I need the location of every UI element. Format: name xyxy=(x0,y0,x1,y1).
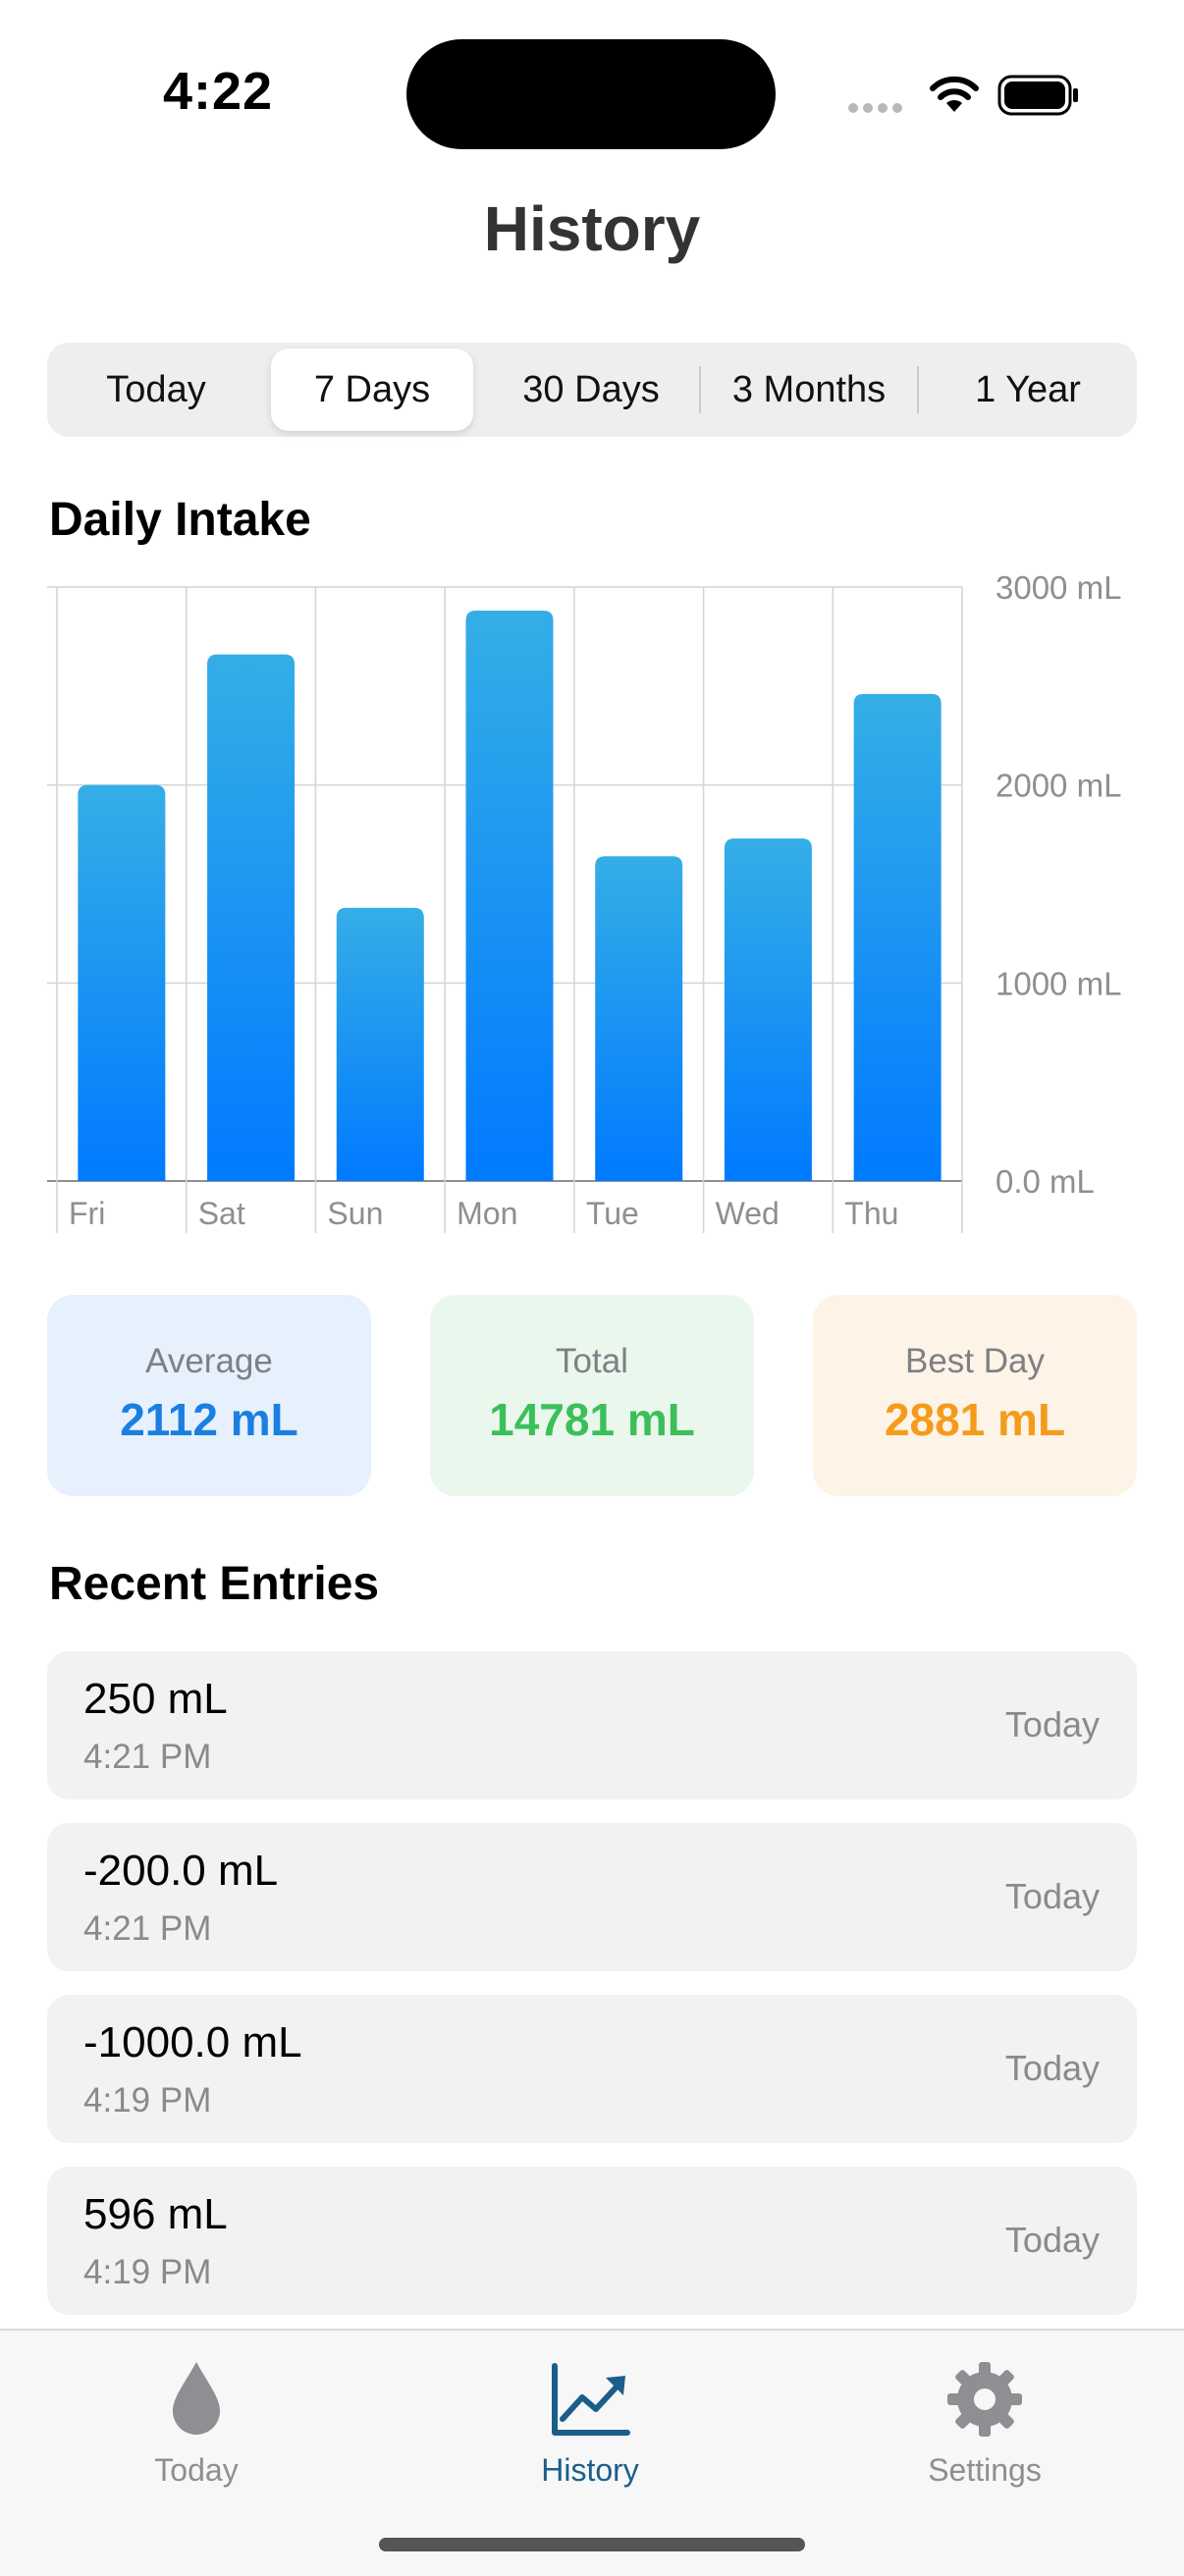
entry-time: 4:21 PM xyxy=(83,1738,212,1776)
tab-label: History xyxy=(541,2452,639,2488)
entry-day: Today xyxy=(1004,1704,1100,1744)
x-tick-label: Fri xyxy=(69,1196,105,1231)
entry-amount: -200.0 mL xyxy=(83,1847,279,1895)
status-time: 4:22 xyxy=(163,62,274,121)
average-card: Average 2112 mL xyxy=(47,1295,371,1496)
best-day-card: Best Day 2881 mL xyxy=(813,1295,1137,1496)
tab-label: Today xyxy=(154,2452,239,2488)
range-tab-1-year[interactable]: 1 Year xyxy=(919,343,1137,437)
bar-wed xyxy=(724,838,812,1181)
gear-icon xyxy=(936,2350,1034,2448)
dynamic-island xyxy=(406,39,776,149)
x-tick-label: Sun xyxy=(327,1196,383,1231)
total-card: Total 14781 mL xyxy=(430,1295,754,1496)
tab-label: Settings xyxy=(928,2452,1042,2488)
page-title: History xyxy=(483,193,701,264)
x-tick-label: Wed xyxy=(716,1196,780,1231)
wifi-icon xyxy=(927,73,982,119)
x-tick-label: Mon xyxy=(457,1196,517,1231)
best-day-value: 2881 mL xyxy=(884,1394,1066,1445)
tab-today[interactable]: Today xyxy=(49,2331,344,2527)
entry-row[interactable]: -200.0 mL 4:21 PM Today xyxy=(47,1823,1137,1971)
range-tab-3-months[interactable]: 3 Months xyxy=(701,343,917,437)
y-tick-label: 3000 mL xyxy=(996,569,1121,606)
x-tick-label: Thu xyxy=(844,1196,898,1231)
entry-day: Today xyxy=(1004,1876,1100,1916)
average-value: 2112 mL xyxy=(120,1394,298,1445)
tab-settings[interactable]: Settings xyxy=(837,2331,1132,2527)
tab-history[interactable]: History xyxy=(443,2331,737,2527)
recent-entries-title: Recent Entries xyxy=(49,1558,380,1610)
total-label: Total xyxy=(556,1342,628,1380)
range-tab-7-days[interactable]: 7 Days xyxy=(271,349,473,431)
chart-icon xyxy=(541,2350,639,2448)
y-tick-label: 0.0 mL xyxy=(996,1163,1095,1200)
entry-time: 4:19 PM xyxy=(83,2253,212,2291)
y-tick-label: 2000 mL xyxy=(996,768,1121,804)
bar-thu xyxy=(853,693,942,1181)
home-indicator xyxy=(379,2538,805,2551)
y-tick-label: 1000 mL xyxy=(996,965,1121,1001)
entry-row[interactable]: 250 mL 4:21 PM Today xyxy=(47,1651,1137,1799)
x-tick-label: Tue xyxy=(586,1196,639,1231)
total-value: 14781 mL xyxy=(489,1394,695,1445)
drop-icon xyxy=(147,2350,245,2448)
range-segmented-control: Today 7 Days 30 Days 3 Months 1 Year xyxy=(47,343,1137,437)
range-tab-30-days[interactable]: 30 Days xyxy=(483,343,699,437)
battery-icon xyxy=(997,75,1080,121)
daily-intake-title: Daily Intake xyxy=(49,494,311,546)
entry-amount: -1000.0 mL xyxy=(83,2018,302,2066)
entry-amount: 250 mL xyxy=(83,1675,228,1723)
bar-sat xyxy=(207,654,296,1181)
daily-intake-chart: 0.0 mL 1000 mL 2000 mL 3000 mL Fri Sat Sun Mon T… xyxy=(47,569,1121,1233)
bar-tue xyxy=(595,856,683,1181)
entry-row[interactable]: -1000.0 mL 4:19 PM Today xyxy=(47,1995,1137,2143)
bar-fri xyxy=(78,784,166,1181)
entry-time: 4:19 PM xyxy=(83,2081,212,2120)
entry-day: Today xyxy=(1004,2220,1100,2260)
entry-day: Today xyxy=(1004,2048,1100,2088)
entry-row[interactable]: 596 mL 4:19 PM Today xyxy=(47,2167,1137,2315)
average-label: Average xyxy=(145,1342,273,1380)
bar-mon xyxy=(465,610,554,1181)
best-day-label: Best Day xyxy=(905,1342,1045,1380)
range-tab-today[interactable]: Today xyxy=(47,343,265,437)
entry-amount: 596 mL xyxy=(83,2190,228,2238)
entry-time: 4:21 PM xyxy=(83,1909,212,1948)
bar-sun xyxy=(336,907,424,1181)
x-tick-label: Sat xyxy=(198,1196,245,1231)
